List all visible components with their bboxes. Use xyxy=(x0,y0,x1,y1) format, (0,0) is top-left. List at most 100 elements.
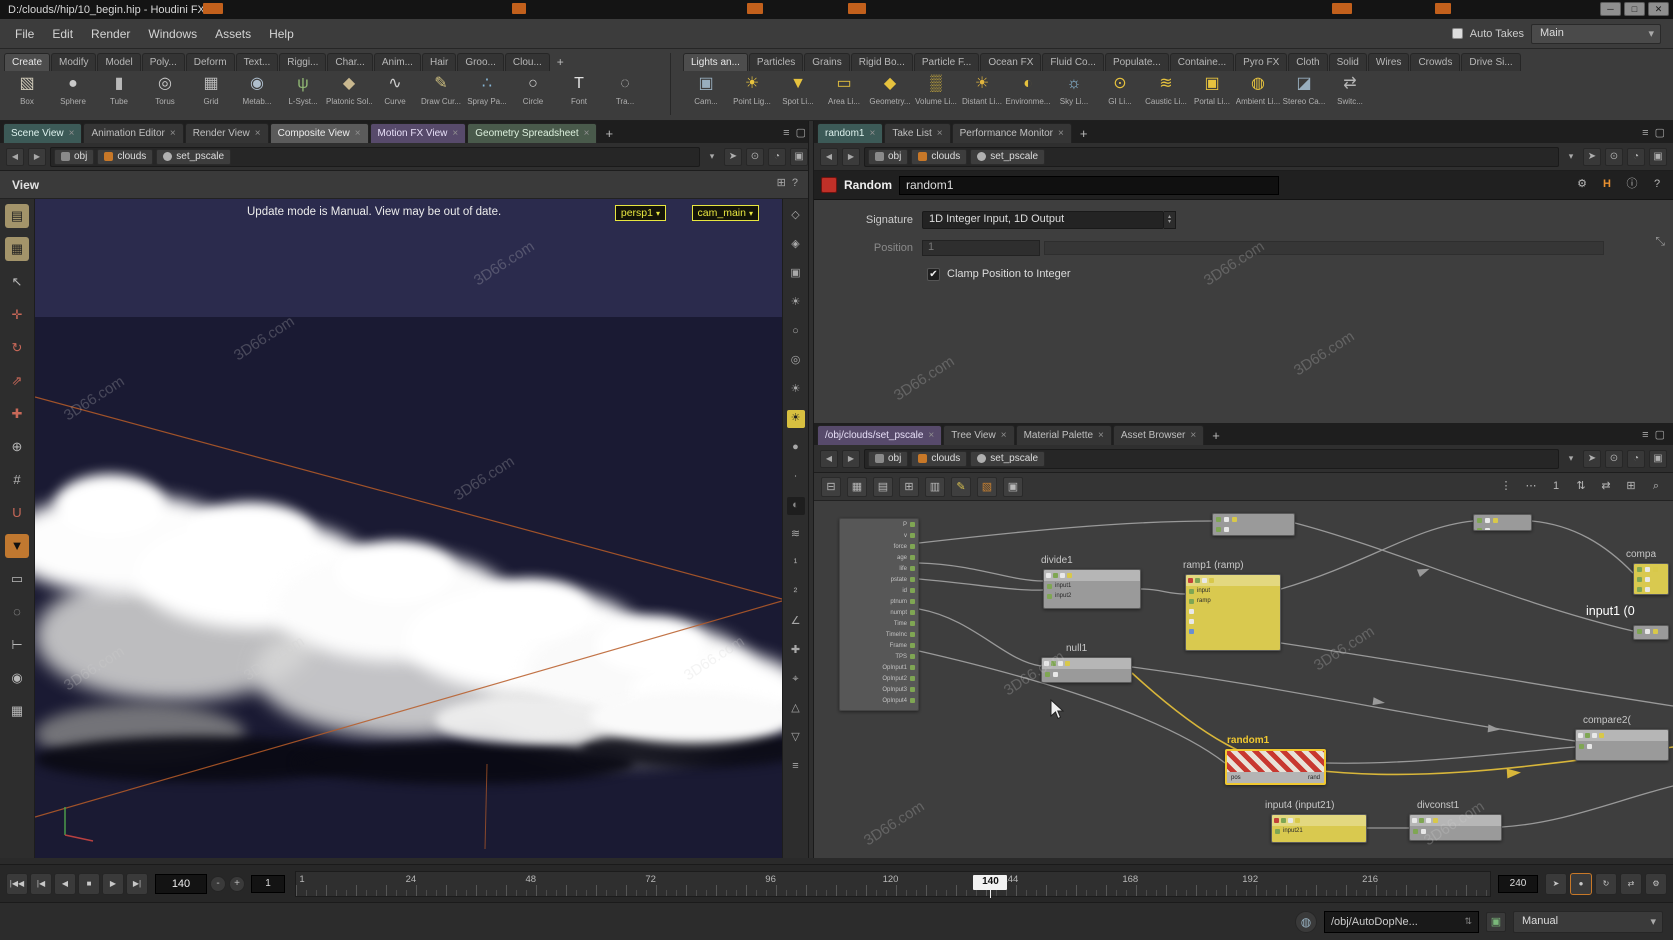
menu-edit[interactable]: Edit xyxy=(43,23,82,45)
shelf-tool-portal-li[interactable]: ▣Portal Li... xyxy=(1189,71,1235,119)
update-mode-icon[interactable]: ▣ xyxy=(1486,912,1506,932)
notes-icon[interactable]: ✎ xyxy=(951,477,971,497)
new-shelf-tab-button[interactable]: + xyxy=(551,53,570,71)
globe-icon[interactable]: ◍ xyxy=(1295,911,1317,933)
shelf-tool-volume-li[interactable]: ▒Volume Li... xyxy=(913,71,959,119)
network-node-compare2[interactable] xyxy=(1575,729,1669,761)
secure-selection-icon[interactable]: ▦ xyxy=(5,237,29,261)
network-node-input1[interactable] xyxy=(1633,625,1669,640)
shelf-tool-geometry[interactable]: ◆Geometry... xyxy=(867,71,913,119)
tri-up-icon[interactable]: △ xyxy=(787,700,805,718)
lines-icon[interactable]: ≡ xyxy=(787,758,805,776)
back-button[interactable]: ◀ xyxy=(820,450,838,468)
visibility-icon[interactable]: ◇ xyxy=(787,207,805,225)
current-frame-marker[interactable]: 140 xyxy=(973,875,1007,890)
minimize-button[interactable]: ─ xyxy=(1600,2,1621,16)
render-region-icon[interactable]: ▭ xyxy=(5,567,29,591)
titlebar[interactable]: D:/clouds//hip/10_begin.hip - Houdini FX… xyxy=(0,0,1673,19)
shelf-tool-gi-li[interactable]: ⊙GI Li... xyxy=(1097,71,1143,119)
shelf-tab-containe[interactable]: Containe... xyxy=(1170,53,1234,71)
breadcrumb-clouds[interactable]: clouds xyxy=(911,149,967,165)
shelf-tab-modify[interactable]: Modify xyxy=(51,53,96,71)
shelf-tool-font[interactable]: TFont xyxy=(556,71,602,119)
network-node-divide1[interactable]: input1input2 xyxy=(1043,569,1141,609)
zoom-icon[interactable]: ⌕ xyxy=(1646,477,1666,497)
person-icon[interactable]: ◔ xyxy=(1627,148,1645,166)
shelf-tab-char[interactable]: Char... xyxy=(327,53,372,71)
horizontal-fit-icon[interactable]: ⇄ xyxy=(1596,477,1616,497)
shelf-tool-cam[interactable]: ▣Cam... xyxy=(683,71,729,119)
circle-vp-icon[interactable]: ○ xyxy=(787,323,805,341)
follow-icon[interactable]: ➤ xyxy=(1545,873,1567,895)
shelf-tab-fluid-co[interactable]: Fluid Co... xyxy=(1042,53,1104,71)
menu-icon[interactable]: ≡ xyxy=(1642,127,1648,139)
tab-performance-monitor[interactable]: Performance Monitor× xyxy=(952,123,1072,143)
decrement-frame-button[interactable]: - xyxy=(210,876,226,892)
back-button[interactable]: ◀ xyxy=(6,148,24,166)
network-node-globals[interactable]: PvforceagelifepstateidptnumnumptTimeTime… xyxy=(839,518,919,711)
network-node-divconst1[interactable] xyxy=(1409,814,1502,841)
lock-icon[interactable]: ▣ xyxy=(790,148,808,166)
shelf-tab-grains[interactable]: Grains xyxy=(804,53,849,71)
shelf-tab-create[interactable]: Create xyxy=(4,53,50,71)
info-icon[interactable]: ⓘ xyxy=(1623,176,1641,194)
shelf-tool-grid[interactable]: ▦Grid xyxy=(188,71,234,119)
shelf-tool-environme[interactable]: ◐Environme... xyxy=(1005,71,1051,119)
shelf-tab-hair[interactable]: Hair xyxy=(422,53,456,71)
shelf-tab-groo[interactable]: Groo... xyxy=(457,53,504,71)
close-icon[interactable]: × xyxy=(255,128,261,139)
path-field[interactable]: objcloudsset_pscale xyxy=(864,449,1559,469)
shelf-tool-draw-cur[interactable]: ✎Draw Cur... xyxy=(418,71,464,119)
path-dropdown-button[interactable]: ▾ xyxy=(704,151,720,162)
maximize-button[interactable]: □ xyxy=(1624,2,1645,16)
lock-vp-icon[interactable]: ▣ xyxy=(787,265,805,283)
rotate-icon[interactable]: ↻ xyxy=(5,336,29,360)
dop-network-selector[interactable]: /obj/AutoDopNe... ⇅ xyxy=(1324,911,1479,933)
close-icon[interactable]: × xyxy=(170,128,176,139)
signature-dropdown[interactable]: 1D Integer Input, 1D Output xyxy=(922,211,1164,229)
close-icon[interactable]: × xyxy=(937,128,943,139)
update-mode-selector[interactable]: Manual xyxy=(1513,911,1663,933)
shelf-tab-wires[interactable]: Wires xyxy=(1368,53,1410,71)
shelf-tab-anim[interactable]: Anim... xyxy=(374,53,421,71)
gear-icon[interactable]: ⚙ xyxy=(1573,176,1591,194)
dependency-icon[interactable]: ▥ xyxy=(925,477,945,497)
network-node-compare_top[interactable] xyxy=(1633,563,1669,595)
lock-icon[interactable]: ▣ xyxy=(1649,450,1667,468)
shelf-tool-switc[interactable]: ⇄Switc... xyxy=(1327,71,1373,119)
shelf-tool-torus[interactable]: ◎Torus xyxy=(142,71,188,119)
lasso-icon[interactable]: ◌ xyxy=(5,600,29,624)
drop-icon[interactable]: ▼ xyxy=(5,534,29,558)
network-node-null1[interactable] xyxy=(1041,657,1132,683)
shelf-tool-stereo-ca[interactable]: ◪Stereo Ca... xyxy=(1281,71,1327,119)
bulb-icon[interactable]: ● xyxy=(787,439,805,457)
pane-icon[interactable]: ▢ xyxy=(1655,126,1665,139)
tab-scene-view[interactable]: Scene View× xyxy=(3,123,82,143)
menu-icon[interactable]: ≡ xyxy=(783,127,789,139)
spinner-icon[interactable]: ⇅ xyxy=(1464,916,1472,927)
path-field[interactable]: objcloudsset_pscale xyxy=(864,147,1559,167)
forward-button[interactable]: ▶ xyxy=(28,148,46,166)
shelf-tab-pyro-fx[interactable]: Pyro FX xyxy=(1235,53,1287,71)
tab-asset-browser[interactable]: Asset Browser× xyxy=(1113,425,1204,445)
shelf-tab-solid[interactable]: Solid xyxy=(1329,53,1367,71)
shelf-tab-cloth[interactable]: Cloth xyxy=(1288,53,1327,71)
expand-parameters-icon[interactable]: ⤡ xyxy=(1655,234,1665,249)
menu-help[interactable]: Help xyxy=(260,23,303,45)
breadcrumb-set-pscale[interactable]: set_pscale xyxy=(970,451,1045,467)
path-field[interactable]: objcloudsset_pscale xyxy=(50,147,700,167)
close-icon[interactable]: × xyxy=(584,128,590,139)
shelf-tool-platonic-sol[interactable]: ◆Platonic Sol... xyxy=(326,71,372,119)
tab-render-view[interactable]: Render View× xyxy=(185,123,269,143)
pivot-icon[interactable]: ◈ xyxy=(787,236,805,254)
palette-icon[interactable]: ▧ xyxy=(977,477,997,497)
shelf-tab-lights-an[interactable]: Lights an... xyxy=(683,53,748,71)
network-node-random1[interactable]: posrand xyxy=(1225,749,1326,785)
jump-arrow-icon[interactable]: ➤ xyxy=(724,148,742,166)
shelf-tab-rigid-bo[interactable]: Rigid Bo... xyxy=(851,53,913,71)
timeline-ruler[interactable]: 140 124487296120144168192216 xyxy=(295,871,1491,897)
network-editor[interactable]: PvforceagelifepstateidptnumnumptTimeTime… xyxy=(814,501,1673,858)
shelf-tab-model[interactable]: Model xyxy=(97,53,140,71)
tab-take-list[interactable]: Take List× xyxy=(884,123,950,143)
path-dropdown-button[interactable]: ▾ xyxy=(1563,151,1579,162)
